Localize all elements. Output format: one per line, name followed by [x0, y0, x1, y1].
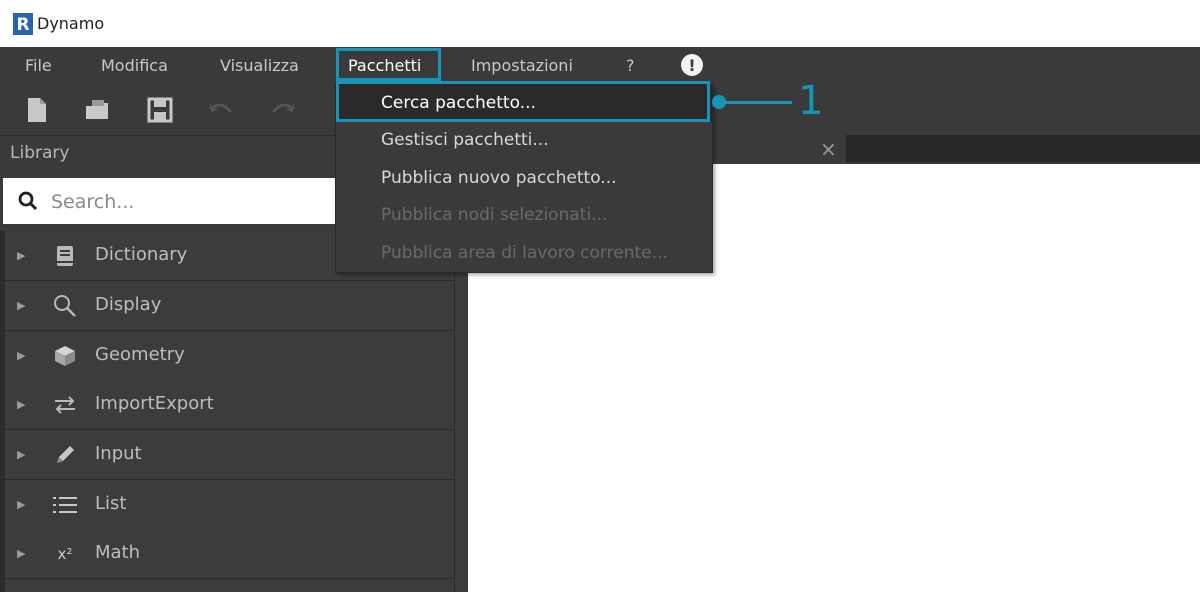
expand-arrow-icon[interactable]: ▶	[17, 380, 25, 429]
library-item-label: Dictionary	[95, 244, 188, 265]
library-item-label: List	[95, 493, 127, 514]
cube-icon	[52, 343, 78, 369]
book-icon	[52, 243, 78, 269]
library-item-display[interactable]: ▶ Display	[5, 281, 454, 331]
new-file-icon[interactable]	[22, 95, 52, 125]
alert-icon: !	[681, 54, 703, 76]
redo-icon[interactable]	[268, 95, 298, 125]
title-bar: R Dynamo	[0, 0, 1200, 47]
menu-file[interactable]: File	[25, 47, 52, 85]
library-item-geometry[interactable]: ▶ Geometry	[5, 331, 454, 381]
close-tab-icon[interactable]: ×	[820, 137, 837, 161]
expand-arrow-icon[interactable]: ▶	[17, 281, 25, 330]
library-item-math[interactable]: ▶ x² Math	[5, 529, 454, 579]
expand-arrow-icon[interactable]: ▶	[17, 529, 25, 578]
highlight-cerca-pacchetto	[336, 81, 710, 122]
expand-arrow-icon[interactable]: ▶	[17, 480, 25, 529]
undo-icon[interactable]	[206, 95, 236, 125]
menu-item-gestisci-pacchetti[interactable]: Gestisci pacchetti...	[336, 122, 712, 159]
svg-text:!: !	[688, 56, 695, 75]
callout-number: 1	[798, 78, 824, 124]
highlight-menu-pacchetti	[336, 48, 441, 81]
library-item-label: Math	[95, 542, 141, 563]
open-folder-icon[interactable]	[83, 95, 113, 125]
library-item-list[interactable]: ▶ List	[5, 480, 454, 530]
search-icon	[18, 191, 38, 211]
library-title: Library	[10, 143, 70, 163]
expand-arrow-icon[interactable]: ▶	[17, 231, 25, 280]
window-title: Dynamo	[37, 14, 105, 33]
callout-line	[722, 101, 792, 104]
x-squared-icon: x²	[57, 545, 73, 563]
library-item-label: Display	[95, 294, 162, 315]
revit-logo-icon: R	[13, 12, 33, 35]
library-item-input[interactable]: ▶ Input	[5, 430, 454, 480]
menu-item-pubblica-nodi-selezionati: Pubblica nodi selezionati...	[381, 205, 608, 225]
swap-arrows-icon	[52, 392, 78, 418]
menu-item-pubblica-area-di-lavoro: Pubblica area di lavoro corrente...	[381, 243, 668, 263]
menu-help[interactable]: ?	[626, 47, 635, 85]
save-icon[interactable]	[145, 95, 175, 125]
expand-arrow-icon[interactable]: ▶	[17, 430, 25, 479]
library-item-label: Geometry	[95, 344, 185, 365]
magnifier-icon	[52, 293, 78, 319]
workspace-tab[interactable]	[846, 135, 1200, 162]
menu-item-pubblica-nuovo-pacchetto[interactable]: Pubblica nuovo pacchetto...	[336, 160, 712, 197]
library-item-label: Input	[95, 443, 142, 464]
pencil-icon	[52, 442, 78, 468]
library-scrollbar[interactable]	[455, 231, 468, 592]
menu-bar: File Modifica Visualizza Pacchetti Impos…	[0, 47, 1200, 85]
expand-arrow-icon[interactable]: ▶	[17, 331, 25, 380]
menu-notifications[interactable]: !	[680, 53, 704, 77]
library-item-label: ImportExport	[95, 393, 214, 414]
list-icon	[52, 492, 78, 518]
library-item-partial[interactable]	[5, 579, 454, 592]
menu-visualizza[interactable]: Visualizza	[220, 47, 299, 85]
svg-text:R: R	[16, 15, 29, 35]
library-item-importexport[interactable]: ▶ ImportExport	[5, 380, 454, 430]
menu-modifica[interactable]: Modifica	[101, 47, 168, 85]
callout-dot	[712, 95, 726, 109]
menu-impostazioni[interactable]: Impostazioni	[471, 47, 573, 85]
